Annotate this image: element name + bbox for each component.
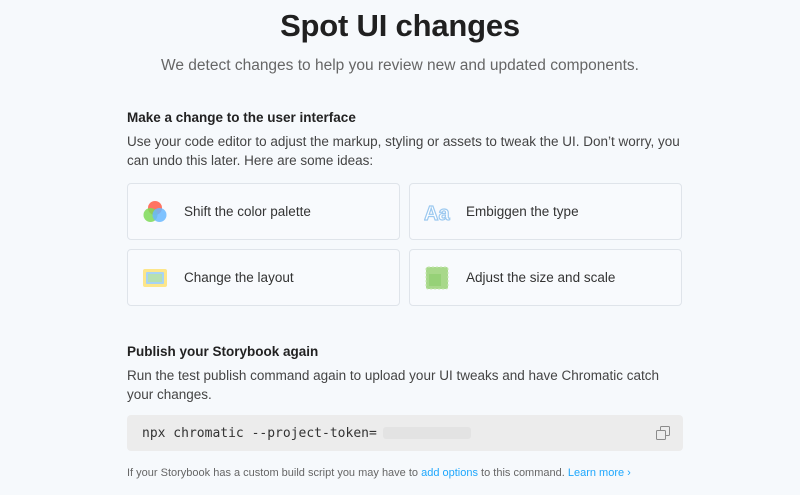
publish-description: Run the test publish command again to up… — [127, 368, 660, 402]
redacted-token — [382, 427, 471, 439]
page-subtitle: We detect changes to help you review new… — [161, 57, 639, 74]
idea-card-type[interactable]: Aa Embiggen the type — [409, 183, 682, 240]
build-script-note: If your Storybook has a custom build scr… — [127, 467, 727, 479]
idea-card-label: Embiggen the type — [466, 204, 579, 219]
idea-card-label: Shift the color palette — [184, 204, 311, 219]
idea-card-label: Adjust the size and scale — [466, 270, 616, 285]
change-ui-section: Make a change to the user interface Use … — [127, 110, 683, 170]
type-icon: Aa — [423, 199, 451, 225]
color-palette-icon — [142, 199, 168, 225]
change-ui-description: Use your code editor to adjust the marku… — [127, 134, 680, 168]
page: Spot UI changes We detect changes to hel… — [0, 0, 800, 495]
page-title: Spot UI changes — [280, 8, 520, 43]
note-suffix: to this command. — [477, 467, 568, 479]
publish-section: Publish your Storybook again Run the tes… — [127, 344, 683, 404]
command-block[interactable]: npx chromatic --project-token= — [127, 415, 683, 451]
publish-heading: Publish your Storybook again — [127, 344, 319, 359]
change-ui-heading: Make a change to the user interface — [127, 110, 356, 125]
ideas-grid: Shift the color palette Aa Embiggen the … — [127, 183, 683, 307]
scale-icon — [424, 265, 450, 291]
layout-icon — [142, 265, 168, 291]
idea-card-scale[interactable]: Adjust the size and scale — [409, 249, 682, 306]
learn-more-link[interactable]: Learn more › — [568, 467, 631, 479]
add-options-link[interactable]: add options — [421, 467, 478, 479]
idea-card-color-palette[interactable]: Shift the color palette — [127, 183, 400, 240]
type-icon-glyph: Aa — [424, 203, 450, 225]
note-prefix: If your Storybook has a custom build scr… — [127, 467, 422, 479]
idea-card-label: Change the layout — [184, 270, 294, 285]
command-text[interactable]: npx chromatic --project-token= — [142, 426, 377, 441]
copy-icon[interactable] — [656, 426, 670, 440]
idea-card-layout[interactable]: Change the layout — [127, 249, 400, 306]
